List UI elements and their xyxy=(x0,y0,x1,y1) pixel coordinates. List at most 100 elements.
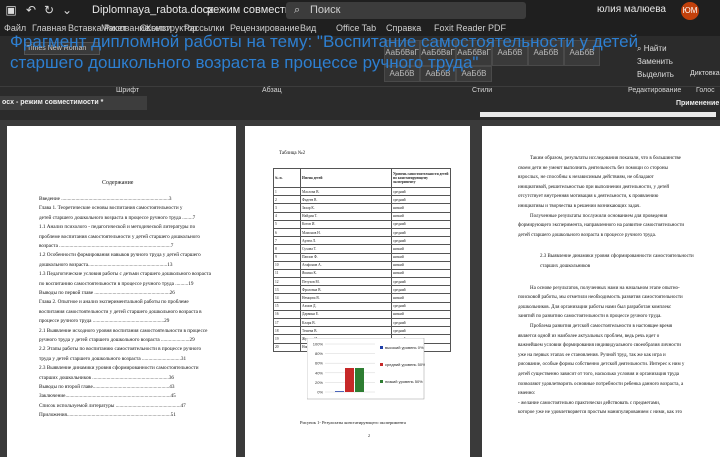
paragraph-line: важнейшем условии формирования индивидуа… xyxy=(518,343,681,349)
paragraph-line: уже на первых этапах ее становления. Руч… xyxy=(518,352,666,358)
paragraph-line: позволяют удовлетворить основные потребн… xyxy=(518,381,684,387)
table-header-cell: Уровень самостоятельности детей по конст… xyxy=(391,168,451,188)
toc-line: 1.1 Анализ психолого - педагогической и … xyxy=(39,224,196,231)
toc-line: 2.3 Выявление динамики уровня сформирова… xyxy=(39,365,199,372)
ruler-right-label: Применение xyxy=(676,100,720,107)
toc-heading: Содержание xyxy=(102,180,134,186)
page-3[interactable]: Таким образом, результаты исследования п… xyxy=(482,126,720,457)
ruler: Применение xyxy=(0,100,720,120)
page-2[interactable]: Таблица №2 № п. Имена детей Уровень самост… xyxy=(245,126,470,457)
chart-caption: Рисунок 1- Результаты констатирующего эк… xyxy=(300,420,406,425)
table-row: 7 Артем Л. средний xyxy=(273,236,451,246)
paragraph-line: формирующего эксперимента, направленного… xyxy=(518,223,685,229)
table-cell: Петухов М. xyxy=(300,277,392,287)
avatar[interactable]: ЮМ xyxy=(681,2,699,20)
table-cell: средний xyxy=(391,219,451,229)
toc-line: процессе ручного труда .................… xyxy=(39,318,170,325)
toc-line: Глава 2. Опытное и анализ эксперименталь… xyxy=(39,299,189,306)
table-row: 13 Фроловна В. средний xyxy=(273,285,451,295)
table-cell: средний xyxy=(391,227,451,238)
redo-icon[interactable]: ↻ xyxy=(42,3,56,17)
toc-line: старших дошкольников ...................… xyxy=(39,374,175,381)
table-cell: средний xyxy=(391,285,451,295)
table-cell: 9 xyxy=(273,252,301,262)
toc-line: проблеме воспитания самостоятельности у … xyxy=(39,233,200,240)
table-row: 15 Ахмов Д. средний xyxy=(273,301,451,311)
toc-line: возраста ...............................… xyxy=(39,243,174,249)
page-1[interactable]: Содержание Введение ....................… xyxy=(7,126,236,457)
table-cell: 3 xyxy=(273,203,301,213)
table-cell: Сухова Т. xyxy=(300,244,392,254)
select-button[interactable]: Выделить xyxy=(637,70,674,79)
table-cell: низкий xyxy=(391,268,451,279)
table-cell: низкий xyxy=(391,260,451,270)
table-cell: Яшина К. xyxy=(300,268,392,279)
group-editing-label: Редактирование xyxy=(628,87,682,94)
user-name[interactable]: юлия малюева xyxy=(597,4,666,15)
find-button[interactable]: ⌕ Найти xyxy=(637,44,667,54)
table-cell: Фадеев В. xyxy=(300,195,392,205)
search-box[interactable]: ⌕ Поиск xyxy=(286,2,526,19)
table-row: 16 Дарвина Е. низкий xyxy=(273,309,451,320)
search-icon: ⌕ xyxy=(294,4,301,16)
table-cell: низкий xyxy=(391,252,451,262)
table-cell: 8 xyxy=(273,244,301,254)
legend-label: высокий уровень 0% xyxy=(385,345,424,350)
results-chart: 100% 80% 60% 40% 20% 0% высокий уровень 0% сред… xyxy=(307,338,425,400)
document-tab[interactable]: ocx - режим совместимости * xyxy=(0,96,147,110)
table-cell: Агафонов А. xyxy=(300,260,392,270)
group-font-label: Шрифт xyxy=(116,87,140,94)
group-voice-label: Голос xyxy=(696,87,715,94)
table-cell: 13 xyxy=(273,285,301,295)
replace-button[interactable]: Заменить xyxy=(637,57,673,66)
table-cell: 12 xyxy=(273,277,301,287)
table-cell: Артем Л. xyxy=(300,236,392,246)
y-tick-label: 100% xyxy=(313,342,324,347)
legend-swatch xyxy=(380,346,383,349)
table-cell: низкий xyxy=(391,211,451,221)
paragraph-line: детей существенно зависит от того, наско… xyxy=(518,372,679,377)
paragraph-line: инициативой, решительностью при выполнен… xyxy=(518,184,670,190)
y-tick-label: 60% xyxy=(315,361,323,366)
table-row: 11 Яшина К. низкий xyxy=(273,268,451,279)
table-row: 14 Немцова В. низкий xyxy=(273,293,451,303)
toc-line: ручного труда у детей старшего дошкольно… xyxy=(39,337,195,343)
toc-line: Выводы по первой главе .................… xyxy=(39,290,175,296)
dictate-button[interactable]: Диктовка xyxy=(690,70,720,77)
table-cell: низкий xyxy=(391,309,451,320)
paragraph-line: поисковой работы, мы отметили необходимо… xyxy=(518,295,683,301)
results-table: № п. Имена детей Уровень самостоятельности… xyxy=(273,168,451,352)
undo-icon[interactable]: ↶ xyxy=(24,3,38,17)
table-cell: средний xyxy=(391,186,451,197)
paragraph-line: Таким образом, результаты исследования п… xyxy=(530,156,681,161)
customize-toolbar-icon[interactable]: ⌄ xyxy=(60,3,74,17)
save-icon[interactable]: ▣ xyxy=(4,3,18,17)
table-cell: Захар К. xyxy=(300,203,392,213)
table-row: 12 Петухов М. средний xyxy=(273,277,451,287)
table-cell: Маслова В. xyxy=(300,186,392,197)
toc-line: 1.2 Особенности формирования навыков руч… xyxy=(39,252,201,259)
toc-line: Заключение..............................… xyxy=(39,393,176,400)
group-paragraph-label: Абзац xyxy=(262,87,282,94)
table-cell: 16 xyxy=(273,309,301,320)
table-row: 17 Кларк В. средний xyxy=(273,317,451,328)
paragraph-line: Проблема развития детской самостоятельно… xyxy=(530,324,673,329)
table-header-cell: № п. xyxy=(273,168,301,188)
table-cell: 11 xyxy=(273,268,301,279)
table-cell: средний xyxy=(391,277,451,287)
table-cell: Кларк В. xyxy=(300,317,392,328)
table-cell: Найдин Т. xyxy=(300,211,392,221)
document-title: Diplomnaya_rabota.docx xyxy=(92,4,214,16)
paragraph-line: именно: xyxy=(518,391,536,397)
table-cell: средний xyxy=(391,301,451,311)
toc-line: Список используемой литературы .........… xyxy=(39,402,186,409)
chart-bar xyxy=(335,391,344,392)
paragraph-line: является одной из наиболее актуальных пр… xyxy=(518,333,660,339)
toc-line: воспитания самостоятельности у детей ста… xyxy=(39,308,202,315)
table-cell: Немцова В. xyxy=(300,293,392,303)
table-cell: средний xyxy=(391,326,451,336)
table-row: 1 Маслова В. средний xyxy=(273,186,451,197)
toc-line: по воспитанию самостоятельности в процес… xyxy=(39,280,194,287)
table-cell: Дарвина Е. xyxy=(300,309,392,320)
y-tick-label: 80% xyxy=(315,351,323,356)
